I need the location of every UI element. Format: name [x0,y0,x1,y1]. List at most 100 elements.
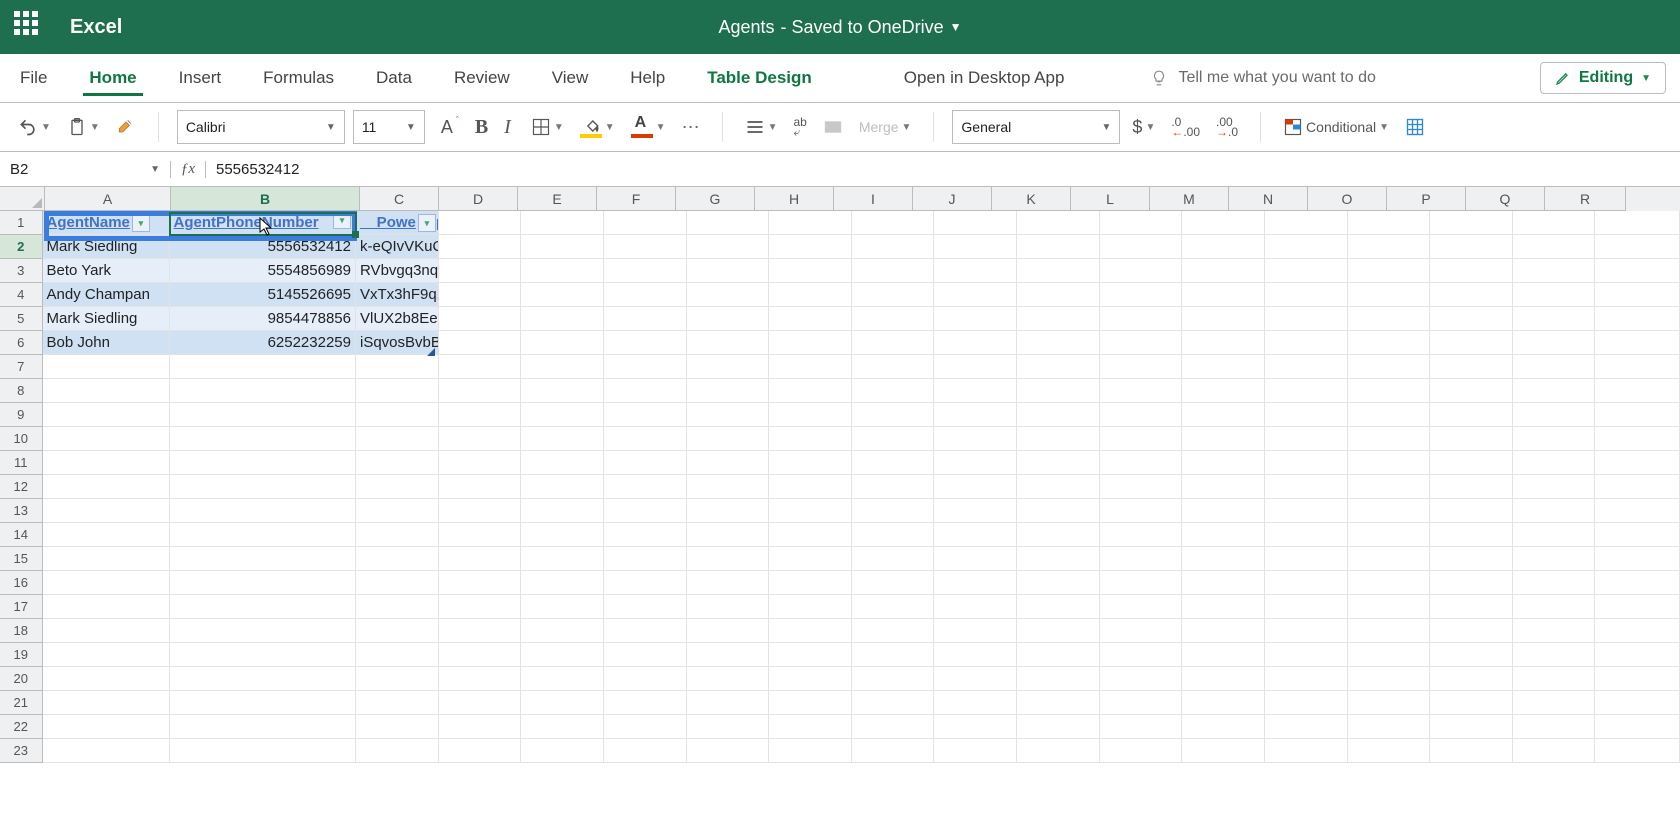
cell-I12[interactable] [852,475,935,499]
cell-Q23[interactable] [1513,739,1596,763]
cell-P20[interactable] [1430,667,1513,691]
cell-I22[interactable] [852,715,935,739]
cell-P22[interactable] [1430,715,1513,739]
cell-K8[interactable] [1017,379,1100,403]
col-header-D[interactable]: D [439,187,518,211]
cell-K10[interactable] [1017,427,1100,451]
open-in-desktop-app[interactable]: Open in Desktop App [898,60,1071,96]
number-format-select[interactable]: General ▼ [952,110,1120,144]
cell-I18[interactable] [852,619,935,643]
cell-G17[interactable] [687,595,770,619]
cell-J4[interactable] [934,283,1017,307]
cell-Q5[interactable] [1513,307,1596,331]
cell-O13[interactable] [1348,499,1431,523]
cell-D10[interactable] [439,427,522,451]
cell-L5[interactable] [1100,307,1183,331]
cell-L23[interactable] [1100,739,1183,763]
cell-Q10[interactable] [1513,427,1596,451]
cell-F1[interactable] [604,211,687,235]
cell-O14[interactable] [1348,523,1431,547]
cell-J19[interactable] [934,643,1017,667]
cell-N15[interactable] [1265,547,1348,571]
cell-K17[interactable] [1017,595,1100,619]
cell-B19[interactable] [170,643,356,667]
cell-F10[interactable] [604,427,687,451]
filter-button-c[interactable]: ▾ [418,214,436,232]
cell-N9[interactable] [1265,403,1348,427]
cell-B4[interactable]: 5145526695 [170,283,356,307]
col-header-K[interactable]: K [992,187,1071,211]
filter-button-a[interactable]: ▾ [132,214,150,232]
cell-Q12[interactable] [1513,475,1596,499]
cell-H22[interactable] [769,715,852,739]
cell-K15[interactable] [1017,547,1100,571]
cell-J23[interactable] [934,739,1017,763]
cell-Q22[interactable] [1513,715,1596,739]
font-size-select[interactable]: 11 ▼ [353,110,425,144]
cell-H7[interactable] [769,355,852,379]
cell-C14[interactable] [356,523,439,547]
cell-G20[interactable] [687,667,770,691]
cell-Q9[interactable] [1513,403,1596,427]
cell-E22[interactable] [521,715,604,739]
cell-C3[interactable]: RVbvgq3nqcI [356,259,439,283]
fill-color-button[interactable]: ▼ [576,112,619,142]
cell-N8[interactable] [1265,379,1348,403]
cell-J5[interactable] [934,307,1017,331]
cell-P9[interactable] [1430,403,1513,427]
cell-R8[interactable] [1595,379,1680,403]
cell-K19[interactable] [1017,643,1100,667]
cell-A14[interactable] [43,523,170,547]
cell-C4[interactable]: VxTx3hF9q1s [356,283,439,307]
cell-J18[interactable] [934,619,1017,643]
cell-D21[interactable] [439,691,522,715]
cell-R19[interactable] [1595,643,1680,667]
more-font-options[interactable]: ⋯ [678,113,704,142]
cell-F11[interactable] [604,451,687,475]
cell-N16[interactable] [1265,571,1348,595]
cell-L13[interactable] [1100,499,1183,523]
cell-R18[interactable] [1595,619,1680,643]
cell-O12[interactable] [1348,475,1431,499]
cell-P1[interactable] [1430,211,1513,235]
cell-I2[interactable] [852,235,935,259]
cell-D3[interactable] [439,259,522,283]
cell-M8[interactable] [1182,379,1265,403]
cell-I15[interactable] [852,547,935,571]
cell-F7[interactable] [604,355,687,379]
cell-N2[interactable] [1265,235,1348,259]
cell-N6[interactable] [1265,331,1348,355]
row-header-19[interactable]: 19 [0,643,43,667]
cell-D17[interactable] [439,595,522,619]
cell-G11[interactable] [687,451,770,475]
cell-D19[interactable] [439,643,522,667]
cell-A16[interactable] [43,571,170,595]
cell-R1[interactable] [1595,211,1680,235]
cell-M2[interactable] [1182,235,1265,259]
cell-E4[interactable] [521,283,604,307]
cell-L4[interactable] [1100,283,1183,307]
cell-J9[interactable] [934,403,1017,427]
cell-A11[interactable] [43,451,170,475]
cell-I21[interactable] [852,691,935,715]
cell-O4[interactable] [1348,283,1431,307]
cell-L1[interactable] [1100,211,1183,235]
cell-A4[interactable]: Andy Champan [43,283,170,307]
cell-D8[interactable] [439,379,522,403]
increase-decimal-button[interactable]: .00→.0 [1212,113,1242,141]
cell-J22[interactable] [934,715,1017,739]
cell-G1[interactable] [687,211,770,235]
tab-insert[interactable]: Insert [173,60,228,96]
cell-F9[interactable] [604,403,687,427]
cell-C11[interactable] [356,451,439,475]
cell-Q20[interactable] [1513,667,1596,691]
cell-K20[interactable] [1017,667,1100,691]
cell-O6[interactable] [1348,331,1431,355]
cell-Q14[interactable] [1513,523,1596,547]
col-header-H[interactable]: H [755,187,834,211]
cell-F6[interactable] [604,331,687,355]
cell-P16[interactable] [1430,571,1513,595]
cell-K4[interactable] [1017,283,1100,307]
cell-G19[interactable] [687,643,770,667]
cell-O15[interactable] [1348,547,1431,571]
